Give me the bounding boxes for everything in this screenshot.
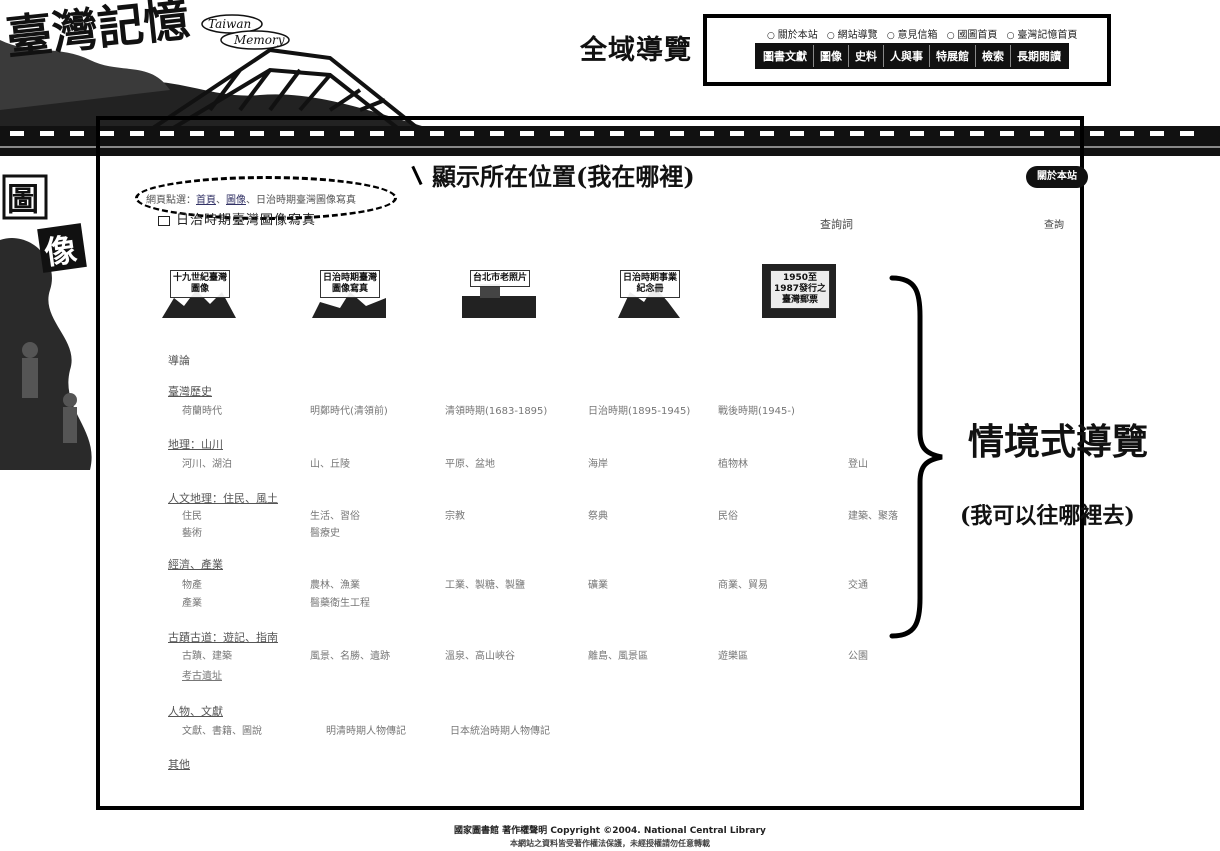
category-item[interactable]: 河川、湖泊: [182, 455, 232, 470]
category-item[interactable]: 生活、習俗: [310, 507, 360, 522]
category-item[interactable]: 離島、風景區: [588, 647, 648, 662]
category-item[interactable]: 文獻、書籍、圖說: [182, 722, 262, 737]
category-item[interactable]: 物產: [182, 576, 202, 591]
situational-nav-brace: [889, 275, 943, 639]
page-title-text: 日治時期臺灣圖像寫真: [176, 213, 317, 228]
theme-taipei-old-photos[interactable]: 台北市老照片: [460, 262, 538, 320]
category-item[interactable]: 醫療史: [310, 524, 340, 539]
category-item[interactable]: 登山: [848, 455, 868, 470]
category-item[interactable]: 植物林: [718, 455, 748, 470]
theme-japanese-era-photos[interactable]: 日治時期臺灣圖像寫真: [310, 262, 388, 320]
category-item[interactable]: 日本統治時期人物傳記: [450, 722, 550, 737]
category-item[interactable]: 溫泉、高山峽谷: [445, 647, 515, 662]
footer-notice: 本網站之資料皆受著作權法保護，未經授權請勿任意轉載: [510, 839, 710, 848]
category-item[interactable]: 公園: [848, 647, 868, 662]
theme-label: 日治時期事業紀念冊: [620, 270, 680, 298]
category-heritage-guides[interactable]: 古蹟古道：遊記、指南: [168, 629, 278, 645]
query-button[interactable]: 查詢: [1044, 216, 1064, 231]
category-other[interactable]: 其他: [168, 756, 190, 772]
top-link-ncl-home[interactable]: 國圖首頁: [947, 30, 998, 41]
tab-exhibitions[interactable]: 特展館: [930, 45, 976, 67]
top-link-memory-home[interactable]: 臺灣記憶首頁: [1007, 30, 1078, 41]
category-item[interactable]: 宗教: [445, 507, 465, 522]
category-item[interactable]: 農林、漁業: [310, 576, 360, 591]
logo-en-line1: Taiwan: [208, 17, 251, 31]
theme-label: 台北市老照片: [470, 270, 530, 287]
side-logo-char2: 像: [42, 230, 79, 272]
top-links: 關於本站 網站導覽 意見信箱 國圖首頁 臺灣記憶首頁: [767, 26, 1083, 41]
category-item[interactable]: 明鄭時代(清領前): [310, 402, 388, 417]
theme-label: 日治時期臺灣圖像寫真: [320, 270, 380, 298]
top-link-about[interactable]: 關於本站: [767, 30, 818, 41]
category-item[interactable]: 山、丘陵: [310, 455, 350, 470]
category-taiwan-history[interactable]: 臺灣歷史: [168, 383, 212, 399]
category-item[interactable]: 產業: [182, 594, 202, 609]
category-item[interactable]: 平原、盆地: [445, 455, 495, 470]
situational-nav-subtitle: (我可以往哪裡去): [960, 503, 1135, 529]
tab-search[interactable]: 檢索: [976, 45, 1011, 67]
top-link-feedback[interactable]: 意見信箱: [887, 30, 938, 41]
category-item[interactable]: 戰後時期(1945-): [718, 402, 795, 417]
page-title: 日治時期臺灣圖像寫真: [158, 209, 316, 228]
query-label: 查詢詞: [820, 218, 853, 231]
category-item[interactable]: 古蹟、建築: [182, 647, 232, 662]
category-item[interactable]: 荷蘭時代: [182, 402, 222, 417]
top-link-sitemap[interactable]: 網站導覽: [827, 30, 878, 41]
tab-archives[interactable]: 史料: [849, 45, 884, 67]
theme-stamps-1950-1987[interactable]: 1950至1987發行之臺灣郵票: [760, 262, 838, 320]
tab-books[interactable]: 圖書文獻: [757, 45, 814, 67]
category-item[interactable]: 考古遺址: [182, 667, 222, 682]
tab-long-term-reading[interactable]: 長期閱讀: [1011, 45, 1067, 67]
category-item[interactable]: 日治時期(1895-1945): [588, 402, 690, 417]
tab-images[interactable]: 圖像: [814, 45, 849, 67]
theme-label: 十九世紀臺灣圖像: [170, 270, 230, 298]
category-item[interactable]: 礦業: [588, 576, 608, 591]
location-annotation-label: 顯示所在位置(我在哪裡): [432, 162, 695, 191]
category-item[interactable]: 醫藥衛生工程: [310, 594, 370, 609]
category-item[interactable]: 遊樂區: [718, 647, 748, 662]
global-navigation-label: 全域導覽: [580, 35, 692, 66]
about-site-button[interactable]: 關於本站: [1026, 166, 1088, 188]
main-tabs: 圖書文獻 圖像 史料 人與事 特展館 檢索 長期閱讀: [755, 43, 1069, 69]
category-item[interactable]: 風景、名勝、遺跡: [310, 647, 390, 662]
category-item[interactable]: 海岸: [588, 455, 608, 470]
category-introduction[interactable]: 導論: [168, 352, 190, 368]
theme-enterprise-commemoratives[interactable]: 日治時期事業紀念冊: [610, 262, 688, 320]
side-logo-char1: 圖: [7, 180, 39, 218]
category-item[interactable]: 清領時期(1683-1895): [445, 402, 547, 417]
tab-people-events[interactable]: 人與事: [884, 45, 930, 67]
category-geography[interactable]: 地理：山川: [168, 436, 223, 452]
image-icon: [158, 215, 170, 226]
category-item[interactable]: 住民: [182, 507, 202, 522]
logo-en-line2: Memory: [233, 33, 285, 47]
category-item[interactable]: 明清時期人物傳記: [326, 722, 406, 737]
theme-19th-century[interactable]: 十九世紀臺灣圖像: [160, 262, 238, 320]
category-economy[interactable]: 經濟、產業: [168, 556, 223, 572]
category-item[interactable]: 商業、貿易: [718, 576, 768, 591]
category-item[interactable]: 祭典: [588, 507, 608, 522]
category-item[interactable]: 工業、製糖、製鹽: [445, 576, 525, 591]
category-item[interactable]: 民俗: [718, 507, 738, 522]
category-item[interactable]: 藝術: [182, 524, 202, 539]
global-navigation-box: 關於本站 網站導覽 意見信箱 國圖首頁 臺灣記憶首頁 圖書文獻 圖像 史料 人與…: [703, 14, 1111, 86]
theme-label: 1950至1987發行之臺灣郵票: [770, 270, 830, 309]
footer-copyright: 國家圖書館 著作權聲明 Copyright ©2004. National Ce…: [454, 826, 766, 836]
category-item[interactable]: 交通: [848, 576, 868, 591]
category-human-geography[interactable]: 人文地理：住民、風土: [168, 490, 278, 506]
category-people-literature[interactable]: 人物、文獻: [168, 703, 223, 719]
situational-nav-label: 情境式導覽: [968, 421, 1149, 463]
